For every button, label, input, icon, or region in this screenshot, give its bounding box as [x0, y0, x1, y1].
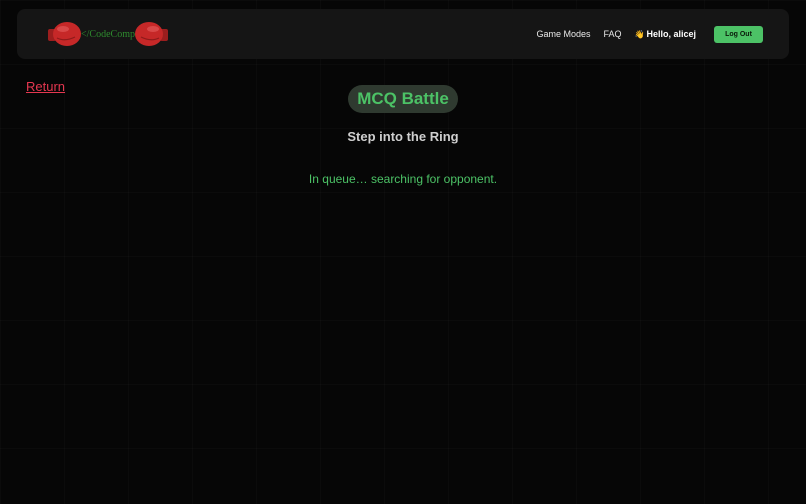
logo[interactable]: </CodeComp	[47, 19, 171, 49]
boxing-glove-right-icon	[134, 22, 168, 46]
navbar: </CodeComp Game Modes FAQ 👋 Hello, alice…	[17, 9, 789, 59]
logo-text: </CodeComp	[81, 28, 135, 40]
waving-hand-icon: 👋	[634, 29, 645, 39]
mode-title-badge: MCQ Battle	[348, 85, 458, 113]
boxing-glove-left-icon	[48, 22, 81, 46]
greeting-text: Hello, alicej	[646, 29, 696, 39]
return-link[interactable]: Return	[26, 79, 65, 94]
user-greeting: 👋 Hello, alicej	[635, 29, 697, 39]
nav-links: Game Modes FAQ 👋 Hello, alicej Log Out	[536, 9, 763, 59]
nav-faq-link[interactable]: FAQ	[603, 29, 621, 39]
queue-status-text: In queue… searching for opponent.	[308, 172, 498, 186]
logout-button[interactable]: Log Out	[714, 25, 763, 43]
page-subtitle: Step into the Ring	[347, 129, 459, 144]
nav-game-modes-link[interactable]: Game Modes	[536, 29, 590, 39]
